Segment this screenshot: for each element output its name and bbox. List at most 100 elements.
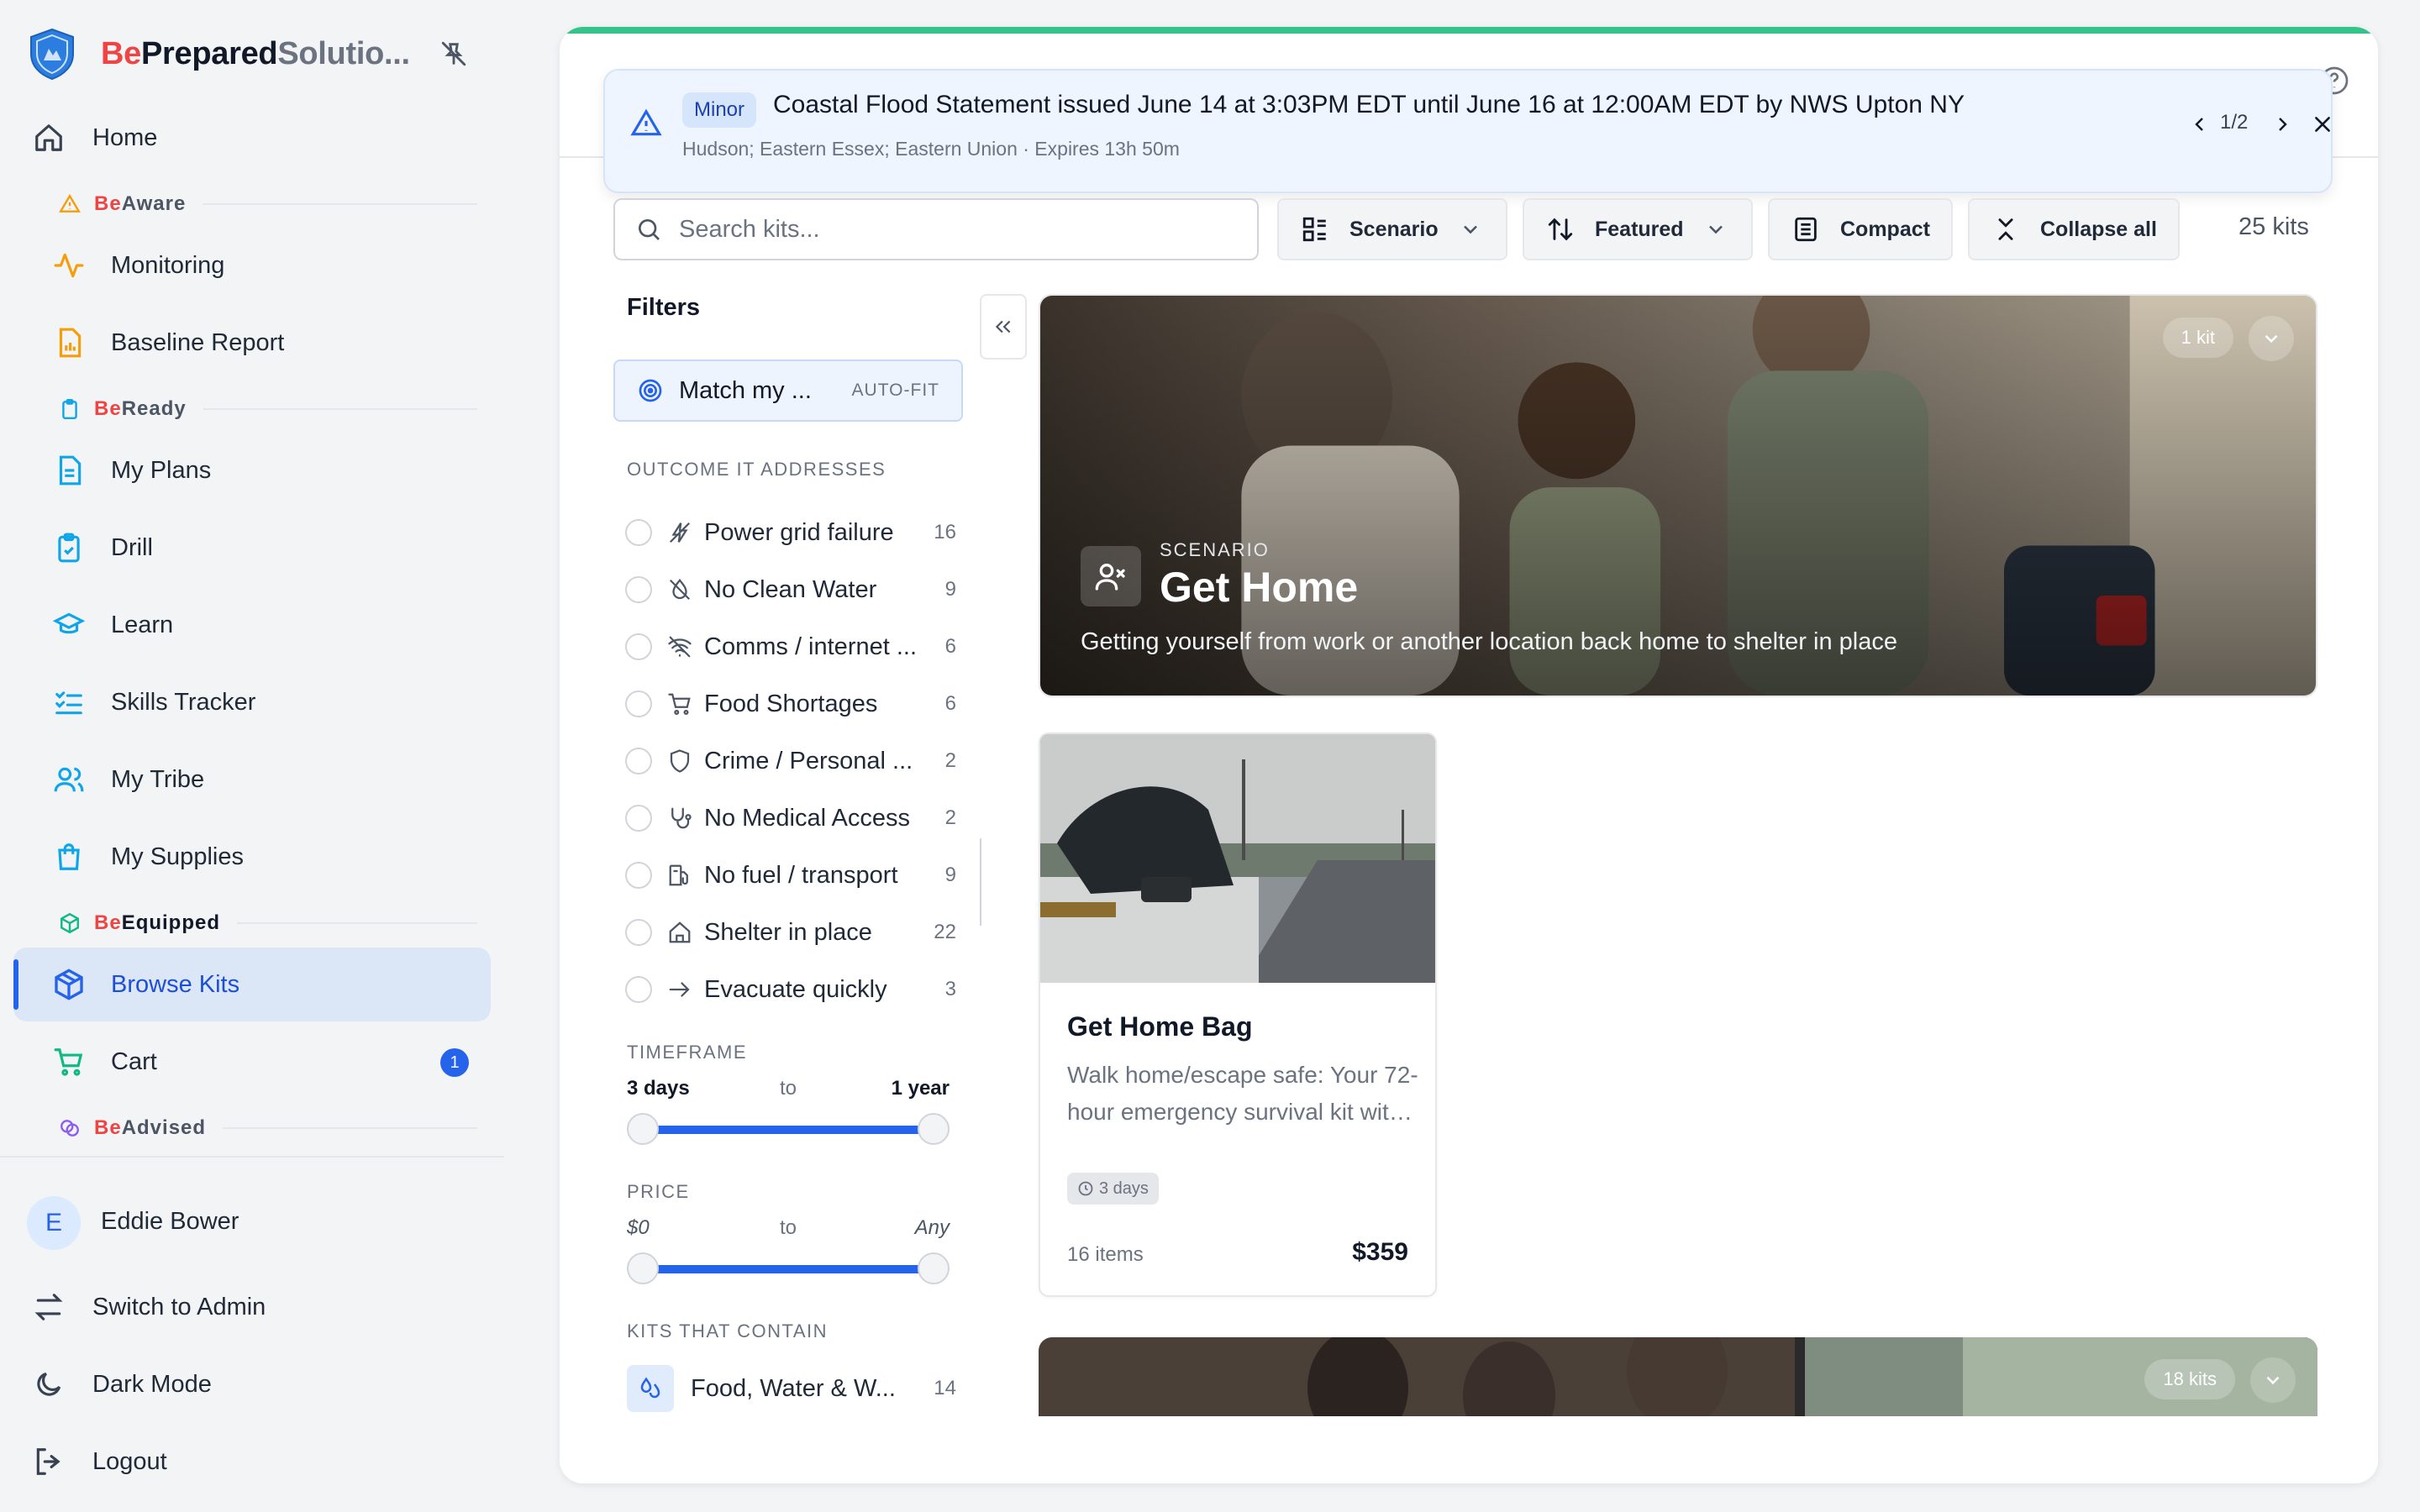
water-off-icon: [667, 577, 692, 602]
warning-icon: [57, 192, 82, 217]
chevron-down-icon[interactable]: [2249, 316, 2294, 361]
slider-max-handle[interactable]: [918, 1252, 950, 1284]
chevron-down-icon: [1459, 218, 1482, 241]
main-panel-footer: [560, 1416, 2378, 1483]
droplets-icon: [627, 1365, 674, 1412]
nav-home-label: Home: [92, 123, 158, 151]
nav-my-tribe[interactable]: My Tribe: [13, 743, 491, 816]
radio-button[interactable]: [625, 805, 652, 832]
price-labels: $0 to Any: [627, 1216, 950, 1239]
slider-max-handle[interactable]: [918, 1113, 950, 1145]
warning-triangle-icon: [630, 108, 662, 139]
nav-my-supplies[interactable]: My Supplies: [13, 820, 491, 894]
radio-button[interactable]: [625, 862, 652, 889]
radio-button[interactable]: [625, 633, 652, 660]
collapse-icon: [1991, 215, 2020, 244]
chevron-left-icon[interactable]: [2185, 109, 2215, 139]
filter-option[interactable]: Shelter in place 22: [625, 916, 956, 949]
swap-arrows-icon: [30, 1289, 67, 1326]
chevron-right-icon[interactable]: [2267, 109, 2297, 139]
filter-option[interactable]: Food Shortages 6: [625, 687, 956, 721]
report-chart-icon: [50, 324, 87, 361]
filter-option[interactable]: No Medical Access 2: [625, 801, 956, 835]
chevrons-left-icon: [992, 316, 1014, 338]
user-x-icon: [1081, 546, 1141, 606]
nav-monitoring[interactable]: Monitoring: [13, 228, 491, 302]
radio-button[interactable]: [625, 519, 652, 546]
power-off-icon: [667, 520, 692, 545]
avatar[interactable]: E: [27, 1196, 81, 1250]
nav-cart[interactable]: Cart 1: [13, 1025, 491, 1099]
scenario-grouping-dropdown[interactable]: Scenario: [1277, 198, 1507, 260]
nav-skills-tracker[interactable]: Skills Tracker: [13, 665, 491, 739]
radio-button[interactable]: [625, 576, 652, 603]
sidebar: BePreparedSolutio... Home BeAware Monito…: [0, 0, 504, 1512]
kit-description: Walk home/escape safe: Your 72-hour emer…: [1067, 1062, 1418, 1125]
chevron-down-icon[interactable]: [2250, 1357, 2296, 1403]
radio-button[interactable]: [625, 919, 652, 946]
search-icon: [635, 216, 662, 243]
radio-button[interactable]: [625, 748, 652, 774]
shield-icon: [667, 748, 692, 774]
collapse-all-button[interactable]: Collapse all: [1968, 198, 2180, 260]
filter-option[interactable]: Crime / Personal ... 2: [625, 744, 956, 778]
contains-section-title: KITS THAT CONTAIN: [627, 1320, 829, 1341]
close-icon[interactable]: [2306, 108, 2339, 141]
slider-min-handle[interactable]: [627, 1113, 659, 1145]
shield-logo-icon: [27, 27, 77, 81]
kit-title: Get Home Bag: [1067, 1011, 1253, 1042]
nav-home[interactable]: Home: [13, 101, 491, 175]
moon-icon: [30, 1366, 67, 1403]
scenario-kit-count-badge: 1 kit: [2162, 318, 2233, 358]
collapse-filters-button[interactable]: [980, 294, 1027, 360]
cart-count-badge: 1: [440, 1048, 469, 1077]
radio-button[interactable]: [625, 976, 652, 1003]
nav-baseline-report[interactable]: Baseline Report: [13, 306, 491, 380]
weather-alert-banner[interactable]: Minor Coastal Flood Statement issued Jun…: [603, 69, 2333, 193]
dark-mode-toggle[interactable]: Dark Mode: [13, 1347, 491, 1421]
user-name[interactable]: Eddie Bower: [101, 1208, 239, 1236]
alert-severity-badge: Minor: [682, 92, 757, 128]
logout-button[interactable]: Logout: [13, 1425, 491, 1499]
home-icon: [30, 119, 67, 156]
contains-option[interactable]: Food, Water & W... 14: [627, 1364, 956, 1413]
compact-view-button[interactable]: Compact: [1768, 198, 1953, 260]
graduation-cap-icon: [50, 606, 87, 643]
kit-card[interactable]: Get Home Bag Walk home/escape safe: Your…: [1039, 732, 1437, 1297]
filter-option[interactable]: Evacuate quickly 3: [625, 973, 956, 1006]
filters-title: Filters: [627, 294, 701, 321]
search-kits[interactable]: [613, 198, 1259, 260]
nav-my-plans[interactable]: My Plans: [13, 433, 491, 507]
price-slider[interactable]: [627, 1252, 950, 1285]
slider-track: [639, 1265, 938, 1273]
group-list-icon: [1301, 215, 1329, 244]
section-beequipped: BeEquipped: [57, 911, 477, 936]
shopping-bag-icon: [50, 838, 87, 875]
kit-image: [1040, 734, 1435, 983]
switch-to-admin-button[interactable]: Switch to Admin: [13, 1270, 491, 1344]
filter-option[interactable]: Comms / internet ... 6: [625, 630, 956, 664]
filter-option[interactable]: Power grid failure 16: [625, 516, 956, 549]
nav-learn[interactable]: Learn: [13, 588, 491, 662]
nav-drill[interactable]: Drill: [13, 511, 491, 585]
search-input[interactable]: [679, 215, 1234, 244]
unpin-sidebar-icon[interactable]: [437, 37, 471, 71]
filter-option[interactable]: No fuel / transport 9: [625, 858, 956, 892]
shopping-cart-icon: [50, 1043, 87, 1080]
filters-scrollbar[interactable]: [980, 838, 981, 926]
section-beadvised: BeAdvised: [57, 1116, 477, 1141]
kit-item-count: 16 items: [1067, 1243, 1144, 1266]
scenario-banner[interactable]: 1 kit SCENARIO Get Home Getting yourself…: [1039, 294, 2317, 697]
arrow-right-icon: [667, 977, 692, 1002]
slider-min-handle[interactable]: [627, 1252, 659, 1284]
filter-option[interactable]: No Clean Water 9: [625, 573, 956, 606]
nav-browse-kits[interactable]: Browse Kits: [13, 948, 491, 1021]
timeframe-slider[interactable]: [627, 1112, 950, 1146]
sort-dropdown[interactable]: Featured: [1523, 198, 1753, 260]
package-icon: [50, 966, 87, 1003]
radio-button[interactable]: [625, 690, 652, 717]
kit-count: 25 kits: [2238, 213, 2309, 240]
match-my-profile-button[interactable]: Match my ... AUTO-FIT: [613, 360, 963, 422]
brand[interactable]: BePreparedSolutio...: [27, 25, 497, 82]
kit-price: $359: [1352, 1238, 1408, 1266]
